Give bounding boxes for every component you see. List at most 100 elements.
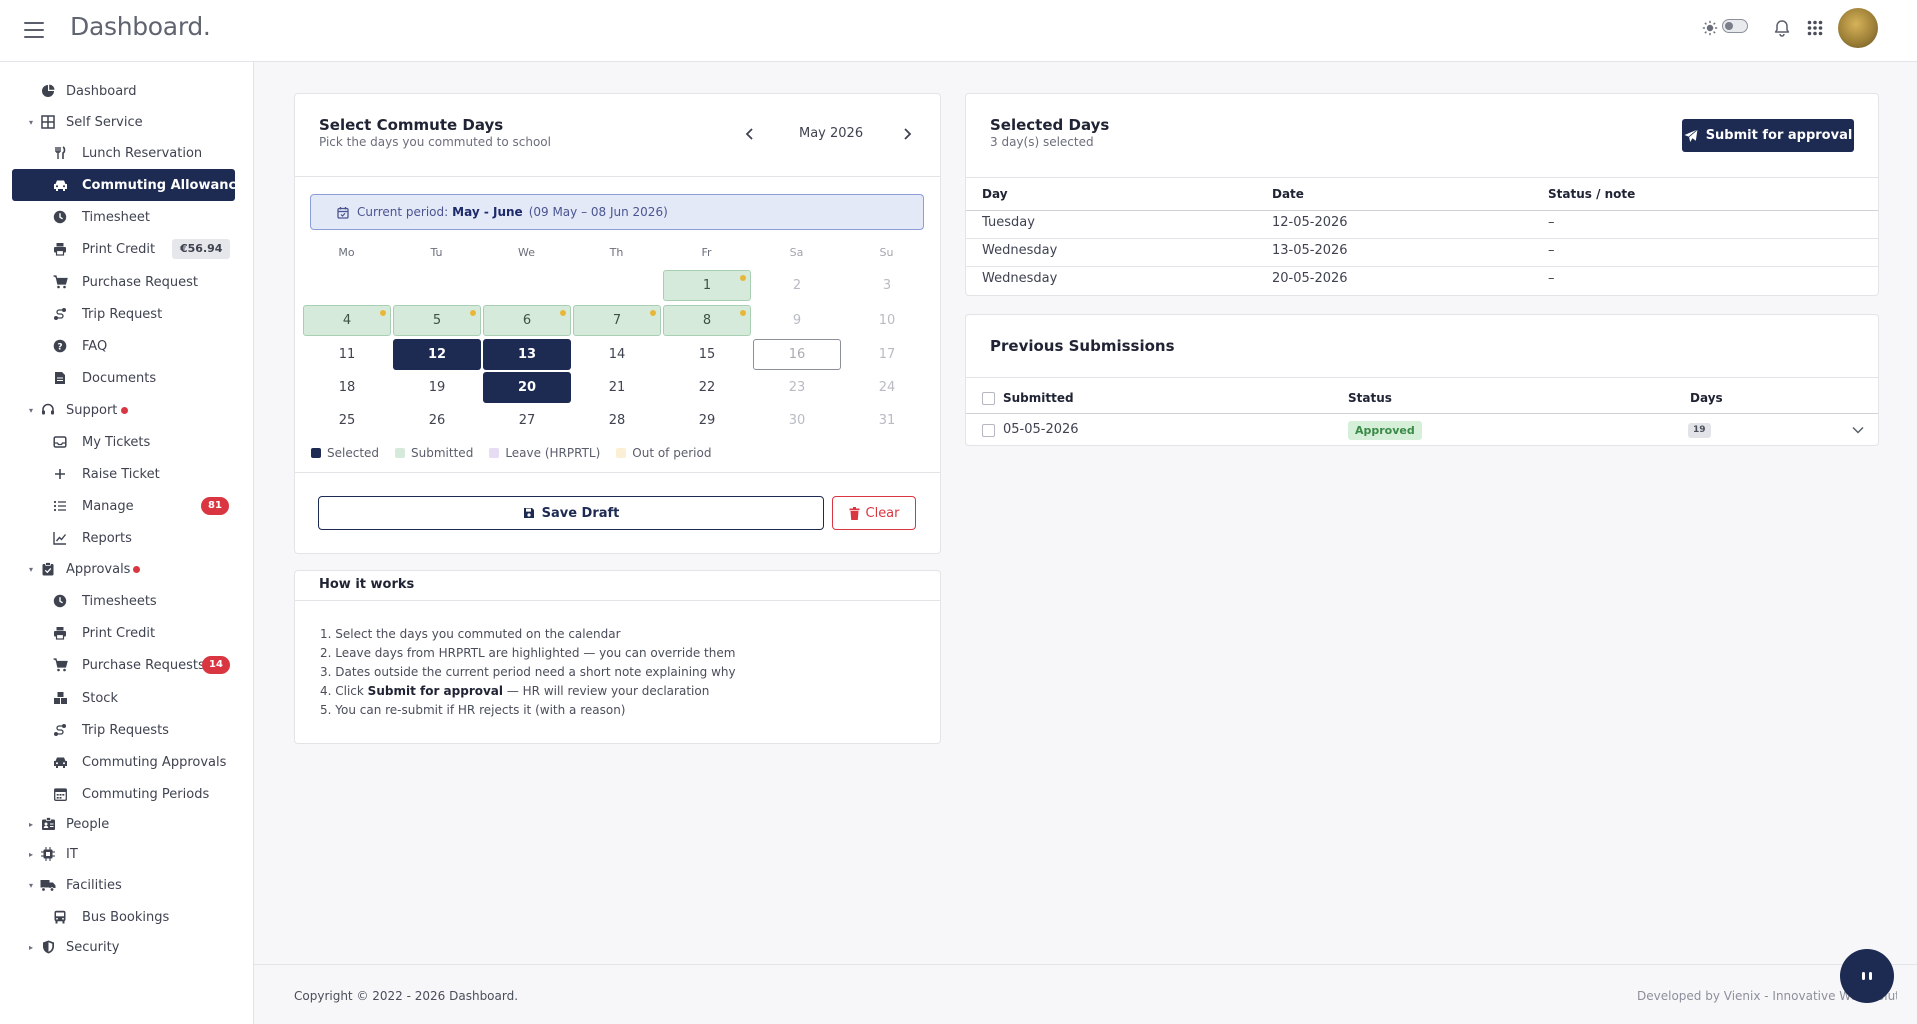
- calendar-day[interactable]: 27: [483, 405, 571, 436]
- calendar-day[interactable]: 11: [303, 339, 391, 370]
- sidebar-item-support[interactable]: ▾ Support: [0, 397, 254, 423]
- calendar-day[interactable]: 20: [483, 372, 571, 403]
- caret-down-icon[interactable]: ▾: [26, 881, 36, 890]
- theme-toggle[interactable]: [1722, 19, 1748, 33]
- calendar-day[interactable]: 30: [753, 405, 841, 436]
- sidebar-item-commuting-periods[interactable]: Commuting Periods: [0, 781, 254, 807]
- sidebar-item-commuting-allowance[interactable]: Commuting Allowance: [12, 169, 245, 201]
- calendar-day[interactable]: 12: [393, 339, 481, 370]
- next-month-button[interactable]: [898, 125, 916, 143]
- select-all-checkbox[interactable]: [982, 392, 995, 405]
- calendar-day[interactable]: 31: [843, 405, 931, 436]
- sidebar-item-stock[interactable]: Stock: [0, 685, 254, 711]
- calendar-day-number: 26: [428, 413, 446, 428]
- calendar-day[interactable]: 28: [573, 405, 661, 436]
- calendar-day[interactable]: 29: [663, 405, 751, 436]
- calendar-day[interactable]: 13: [483, 339, 571, 370]
- sidebar-item-people[interactable]: ▸ People: [0, 811, 254, 837]
- divider: [295, 472, 940, 473]
- inbox-icon: [52, 434, 68, 450]
- sidebar-item-faq[interactable]: ? FAQ: [0, 333, 254, 359]
- calendar-day-number: 2: [792, 278, 802, 293]
- sidebar-item-trip-requests[interactable]: Trip Requests: [0, 717, 254, 743]
- calendar-day[interactable]: 22: [663, 372, 751, 403]
- sidebar-item-print-credit[interactable]: Print Credit €56.94: [0, 236, 254, 262]
- calendar-day[interactable]: 10: [843, 305, 931, 336]
- sidebar-item-reports[interactable]: Reports: [0, 525, 254, 551]
- copyright-text: Copyright © 2022 - 2026 Dashboard.: [294, 989, 519, 1003]
- calendar-day[interactable]: 4: [303, 305, 391, 336]
- calendar-day[interactable]: 8: [663, 305, 751, 336]
- caret-down-icon[interactable]: ▾: [26, 406, 36, 415]
- prev-month-button[interactable]: [741, 125, 759, 143]
- sidebar-item-label: Timesheets: [82, 593, 157, 609]
- sidebar-item-approvals[interactable]: ▾ Approvals: [0, 556, 254, 582]
- calendar-day[interactable]: 14: [573, 339, 661, 370]
- calendar-day[interactable]: 7: [573, 305, 661, 336]
- sidebar-item-manage[interactable]: Manage 81: [0, 493, 254, 519]
- sidebar-item-documents[interactable]: Documents: [0, 365, 254, 391]
- sidebar-item-my-tickets[interactable]: My Tickets: [0, 429, 254, 455]
- sidebar-item-purchase-request[interactable]: Purchase Request: [0, 269, 254, 295]
- calendar-day[interactable]: 24: [843, 372, 931, 403]
- boxes-icon: [52, 690, 68, 706]
- status-note-cell: –: [1548, 243, 1555, 258]
- chat-button[interactable]: [1840, 949, 1894, 1003]
- caret-right-icon[interactable]: ▸: [26, 850, 36, 859]
- sidebar-item-label: My Tickets: [82, 434, 151, 450]
- save-draft-button[interactable]: Save Draft: [318, 496, 824, 530]
- caret-right-icon[interactable]: ▸: [26, 820, 36, 829]
- divider: [966, 377, 1878, 378]
- sun-icon[interactable]: [1698, 16, 1722, 40]
- row-checkbox[interactable]: [982, 424, 995, 437]
- calendar-day[interactable]: 21: [573, 372, 661, 403]
- calendar-day[interactable]: 6: [483, 305, 571, 336]
- bell-icon[interactable]: [1770, 16, 1794, 40]
- sidebar-item-purchase-requests[interactable]: Purchase Requests 14: [0, 652, 254, 678]
- calendar-day[interactable]: 9: [753, 305, 841, 336]
- sidebar-item-print-credit[interactable]: Print Credit: [0, 620, 254, 646]
- period-name: May - June: [452, 205, 523, 219]
- avatar[interactable]: [1838, 8, 1878, 48]
- sidebar-item-security[interactable]: ▸ Security: [0, 934, 254, 960]
- calendar-day-number: 9: [792, 313, 802, 328]
- caret-down-icon[interactable]: ▾: [26, 565, 36, 574]
- sidebar-item-bus-bookings[interactable]: Bus Bookings: [0, 904, 254, 930]
- sidebar-item-lunch-reservation[interactable]: Lunch Reservation: [0, 140, 254, 166]
- sidebar-item-raise-ticket[interactable]: Raise Ticket: [0, 461, 254, 487]
- divider: [295, 176, 940, 177]
- calendar-day[interactable]: 19: [393, 372, 481, 403]
- calendar-day[interactable]: 23: [753, 372, 841, 403]
- menu-icon[interactable]: [24, 22, 44, 38]
- calendar-day[interactable]: 16: [753, 339, 841, 370]
- calendar-day[interactable]: 3: [843, 270, 931, 301]
- sidebar-item-timesheet[interactable]: Timesheet: [0, 204, 254, 230]
- caret-right-icon[interactable]: ▸: [26, 943, 36, 952]
- calendar-day[interactable]: 5: [393, 305, 481, 336]
- calendar-subtitle: Pick the days you commuted to school: [319, 135, 551, 149]
- sidebar-item-timesheets[interactable]: Timesheets: [0, 588, 254, 614]
- calendar-day[interactable]: 18: [303, 372, 391, 403]
- calendar-day[interactable]: 1: [663, 270, 751, 301]
- calendar-day[interactable]: 2: [753, 270, 841, 301]
- calendar-day[interactable]: 26: [393, 405, 481, 436]
- submit-for-approval-button[interactable]: Submit for approval: [1682, 119, 1854, 152]
- svg-text:?: ?: [57, 343, 62, 353]
- count-badge: 81: [201, 497, 229, 515]
- calendar-day[interactable]: 17: [843, 339, 931, 370]
- chevron-down-icon[interactable]: [1849, 421, 1867, 439]
- sidebar-item-trip-request[interactable]: Trip Request: [0, 301, 254, 327]
- calendar-day[interactable]: 25: [303, 405, 391, 436]
- sidebar-item-it[interactable]: ▸ IT: [0, 841, 254, 867]
- clear-button[interactable]: Clear: [832, 496, 916, 530]
- caret-down-icon[interactable]: ▾: [26, 118, 36, 127]
- previous-submissions-title: Previous Submissions: [990, 337, 1175, 355]
- sidebar-item-commuting-approvals[interactable]: Commuting Approvals: [0, 749, 254, 775]
- day-cell: Wednesday: [982, 243, 1058, 258]
- calendar-day[interactable]: 15: [663, 339, 751, 370]
- apps-grid-icon[interactable]: [1803, 16, 1827, 40]
- sidebar-item-dashboard[interactable]: Dashboard: [0, 78, 254, 104]
- legend-label: Selected: [327, 446, 380, 460]
- sidebar-item-facilities[interactable]: ▾ Facilities: [0, 872, 254, 898]
- sidebar-item-self-service[interactable]: ▾ Self Service: [0, 109, 254, 135]
